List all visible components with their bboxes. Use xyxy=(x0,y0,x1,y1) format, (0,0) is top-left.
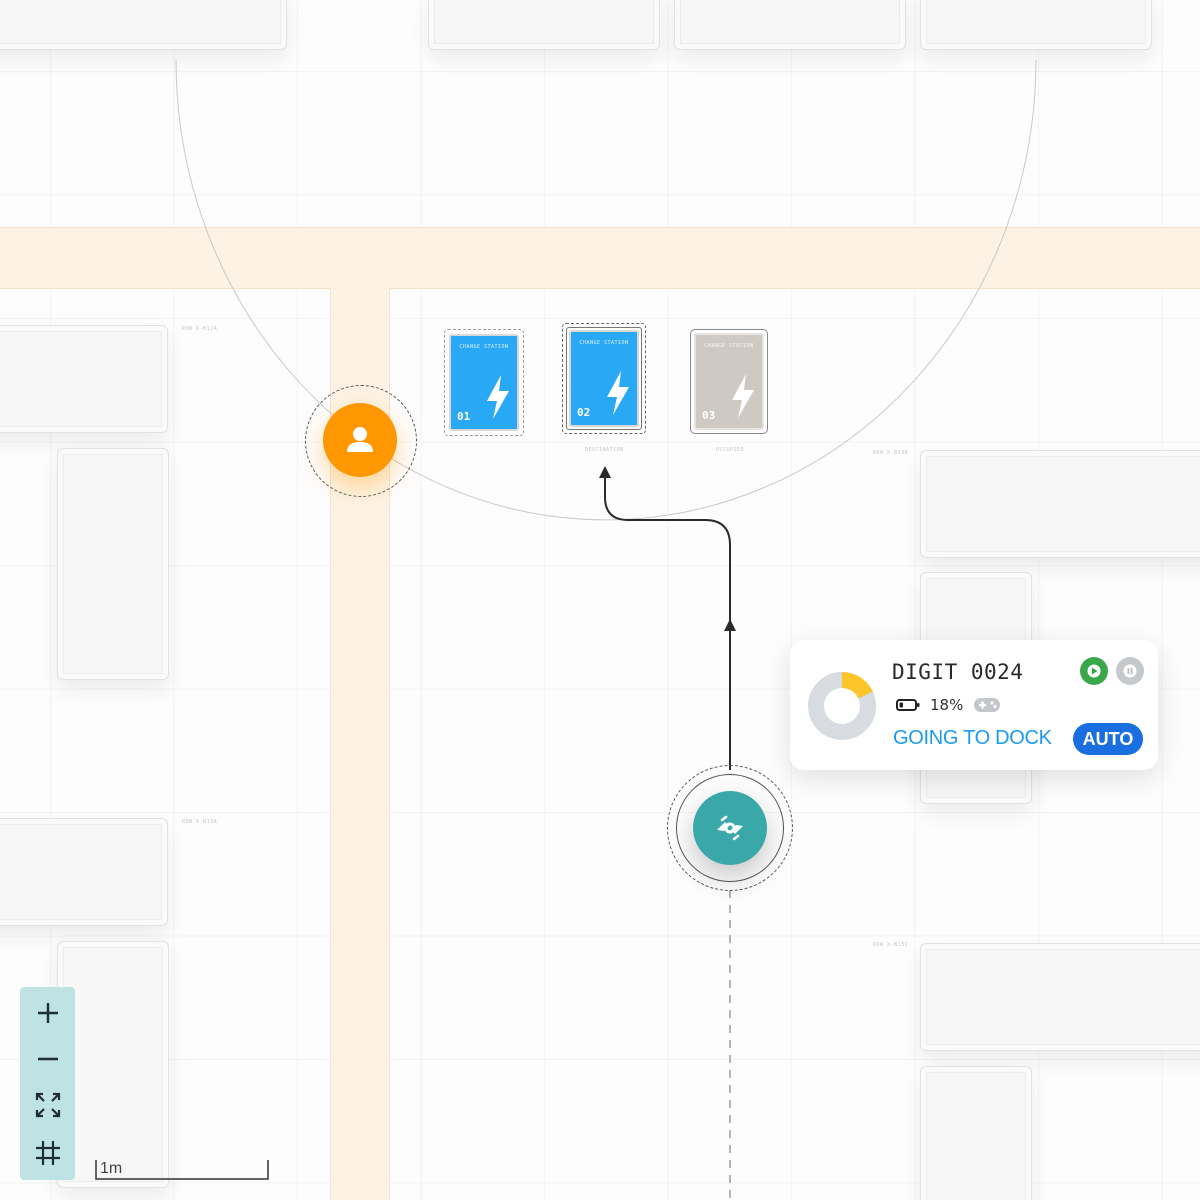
station-label: CHANGE STATION xyxy=(704,343,754,349)
shelf xyxy=(920,450,1200,558)
robot-name: DIGIT 0024 xyxy=(892,660,1024,684)
route-arrow xyxy=(724,619,736,631)
grid-icon xyxy=(35,1141,60,1165)
charge-station-03[interactable]: CHANGE STATION 03 xyxy=(690,329,768,434)
shelf xyxy=(0,0,287,50)
charge-station-02[interactable]: CHANGE STATION 02 xyxy=(562,323,646,434)
expand-icon xyxy=(35,1092,60,1118)
station-card: CHANGE STATION 02 xyxy=(569,330,639,427)
battery-icon xyxy=(896,699,920,711)
grid-toggle-button[interactable] xyxy=(20,1133,75,1173)
robot-status-text: GOING TO DOCK xyxy=(893,727,1052,749)
charge-station-01[interactable]: CHANGE STATION 01 xyxy=(444,329,524,436)
station-caption: OCCUPIED xyxy=(716,447,745,453)
shelf xyxy=(57,448,169,680)
donut-battery-fill xyxy=(841,672,873,699)
shelf xyxy=(428,0,660,50)
shelf xyxy=(920,0,1152,50)
planned-route xyxy=(604,468,731,770)
shelf xyxy=(920,943,1200,1051)
shelf xyxy=(674,0,906,50)
person-icon xyxy=(347,427,373,452)
scale-bar: 1m xyxy=(95,1158,269,1180)
zone-label: ROW X-B13C xyxy=(873,942,909,948)
zone-label: ROW X-B13B xyxy=(873,450,909,456)
station-number: 03 xyxy=(702,409,716,422)
robot-status-card[interactable]: DIGIT 0024 18% GOING TO DOCK AUTO xyxy=(790,640,1158,770)
battery-percent: 18% xyxy=(930,696,964,714)
play-button[interactable] xyxy=(1080,657,1108,685)
fit-view-button[interactable] xyxy=(20,1085,75,1125)
bolt-icon xyxy=(732,374,754,418)
battery-donut-chart xyxy=(808,672,876,740)
shelf xyxy=(0,818,168,926)
plus-icon xyxy=(37,1003,58,1023)
bolt-icon xyxy=(607,371,629,415)
gamepad-icon[interactable] xyxy=(973,696,1001,714)
horizontal-aisle xyxy=(0,227,1200,289)
station-label: CHANGE STATION xyxy=(459,344,509,350)
mode-badge[interactable]: AUTO xyxy=(1073,723,1143,755)
robot-icon xyxy=(717,815,743,841)
station-card: CHANGE STATION 03 xyxy=(694,333,764,430)
scale-bar-label: 1m xyxy=(100,1160,123,1177)
zone-label: ROW X-B13A xyxy=(182,819,218,825)
play-icon xyxy=(1087,664,1101,678)
zone-label: ROW X-B12A xyxy=(182,326,218,332)
station-caption: DESTINATION xyxy=(585,447,624,453)
minus-icon xyxy=(37,1057,58,1061)
zoom-in-button[interactable] xyxy=(20,993,75,1033)
route-arrow xyxy=(599,466,611,478)
shelf xyxy=(920,1066,1032,1200)
pause-icon xyxy=(1123,664,1137,678)
pause-button[interactable] xyxy=(1116,657,1144,685)
battery-row: 18% xyxy=(896,696,1001,714)
station-number: 02 xyxy=(577,406,591,419)
station-card: CHANGE STATION 01 xyxy=(449,334,519,431)
warehouse-map[interactable]: ROW X-B12A ROW X-B13B ROW X-B13A ROW X-B… xyxy=(0,0,1200,1200)
zoom-out-button[interactable] xyxy=(20,1039,75,1079)
map-controls xyxy=(20,987,75,1180)
bolt-icon xyxy=(487,375,509,419)
station-number: 01 xyxy=(457,410,471,423)
station-label: CHANGE STATION xyxy=(579,340,629,346)
shelf xyxy=(0,325,168,433)
person-marker[interactable] xyxy=(323,403,397,477)
robot-marker[interactable] xyxy=(693,791,767,865)
